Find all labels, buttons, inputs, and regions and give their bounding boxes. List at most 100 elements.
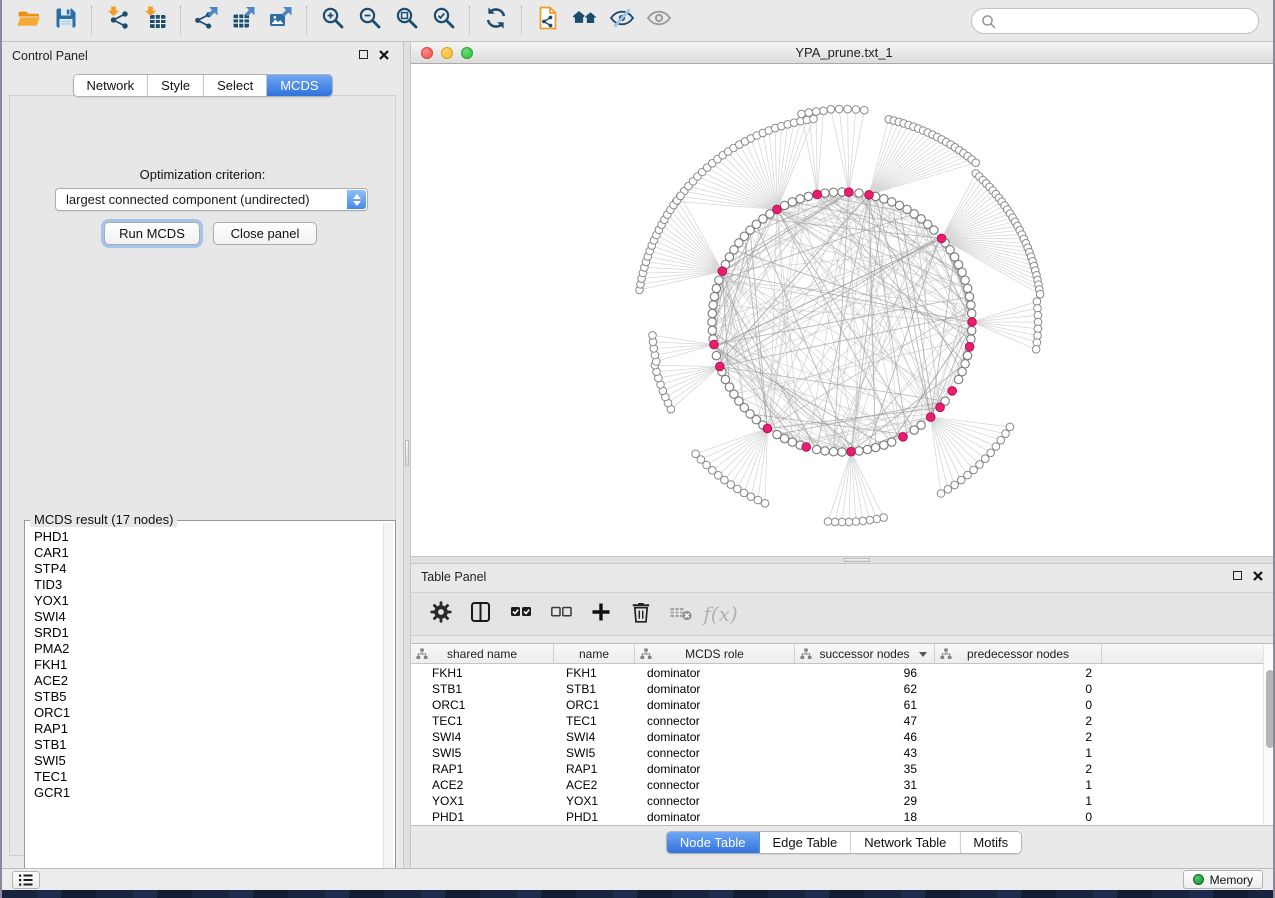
import-network-button[interactable] [99,5,136,37]
tab-node-table[interactable]: Node Table [667,832,760,853]
table-settings-icon [429,600,453,629]
cell-predecessor_nodes: 1 [935,777,1102,793]
zoom-selected-button[interactable] [425,5,462,37]
optimization-criterion-label: Optimization criterion: [10,167,395,182]
tab-motifs[interactable]: Motifs [960,832,1021,853]
optimization-criterion-select[interactable]: largest connected component (undirected) [55,188,368,211]
mcds-result-node[interactable]: RAP1 [34,721,383,737]
table-row[interactable]: STB1STB1dominator620 [411,681,1275,697]
export-table-button[interactable] [225,5,262,37]
zoom-fit-button[interactable] [388,5,425,37]
close-panel-button[interactable]: Close panel [213,222,317,245]
table-row[interactable]: PHD1PHD1dominator180 [411,809,1275,825]
new-network-from-selection-button[interactable] [529,5,566,37]
table-row[interactable]: SWI5SWI5connector431 [411,745,1275,761]
sort-indicator-icon [919,652,927,657]
export-network-button[interactable] [188,5,225,37]
mcds-result-node[interactable]: STP4 [34,561,383,577]
network-canvas[interactable] [411,64,1275,556]
network-window-titlebar: YPA_prune.txt_1 [411,42,1275,64]
run-mcds-button[interactable]: Run MCDS [104,222,200,245]
table-row[interactable]: FKH1FKH1dominator962 [411,665,1275,681]
first-neighbors-button[interactable] [566,5,603,37]
mcds-result-node[interactable]: SWI4 [34,609,383,625]
mcds-result-node[interactable]: STB1 [34,737,383,753]
mcds-result-node[interactable]: CAR1 [34,545,383,561]
splitter-handle[interactable] [844,558,870,562]
hide-selected-button[interactable] [603,5,640,37]
list-icon [18,873,34,887]
float-panel-icon[interactable] [1232,570,1243,581]
mcds-result-node[interactable]: STB5 [34,689,383,705]
mcds-result-node[interactable]: PMA2 [34,641,383,657]
mcds-result-node[interactable]: ORC1 [34,705,383,721]
column-header-name[interactable]: name [554,644,635,664]
mcds-result-node[interactable]: PHD1 [34,529,383,545]
create-column-button[interactable] [587,600,614,628]
vertical-splitter[interactable] [403,42,411,868]
mcds-result-node[interactable]: ACE2 [34,673,383,689]
mcds-tab-content: Optimization criterion: largest connecte… [9,95,396,856]
mcds-result-node[interactable]: TEC1 [34,769,383,785]
table-settings-button[interactable] [427,600,454,628]
tab-mcds[interactable]: MCDS [267,75,331,96]
cell-shared_name: TEC1 [411,713,554,729]
table-row[interactable]: ORC1ORC1dominator610 [411,697,1275,713]
column-header-predecessor_nodes[interactable]: predecessor nodes [935,644,1102,664]
open-file-icon [16,5,42,36]
zoom-in-button[interactable] [314,5,351,37]
mcds-result-scrollbar[interactable] [383,523,393,890]
table-row[interactable]: TEC1TEC1connector472 [411,713,1275,729]
deselect-all-button[interactable] [547,600,574,628]
toggle-panel-layout-button[interactable] [467,600,494,628]
close-panel-icon[interactable] [378,49,389,60]
column-header-successor_nodes[interactable]: successor nodes [795,644,935,664]
cell-shared_name: ACE2 [411,777,554,793]
horizontal-splitter[interactable] [411,556,1275,564]
memory-button[interactable]: Memory [1183,870,1263,889]
search-icon [981,14,997,30]
cell-shared_name: SWI5 [411,745,554,761]
column-header-shared_name[interactable]: shared name [411,644,554,664]
table-row[interactable]: SWI4SWI4dominator462 [411,729,1275,745]
zoom-out-button[interactable] [351,5,388,37]
tab-edge-table[interactable]: Edge Table [759,832,851,853]
control-panel-title: Control Panel [12,49,88,63]
save-session-button[interactable] [47,5,84,37]
splitter-handle[interactable] [405,440,409,466]
float-panel-icon[interactable] [358,49,369,60]
table-row[interactable]: RAP1RAP1dominator352 [411,761,1275,777]
panel-menu-button[interactable] [12,871,40,889]
column-header-mcds_role[interactable]: MCDS role [635,644,795,664]
mcds-result-node[interactable]: YOX1 [34,593,383,609]
mcds-result-node[interactable]: TID3 [34,577,383,593]
tab-network[interactable]: Network [73,75,148,96]
tab-select[interactable]: Select [204,75,267,96]
scrollbar-thumb[interactable] [1266,670,1274,748]
delete-columns-button[interactable] [627,600,654,628]
table-row[interactable]: ACE2ACE2connector311 [411,777,1275,793]
mcds-result-node[interactable]: FKH1 [34,657,383,673]
mcds-result-node[interactable]: SRD1 [34,625,383,641]
first-neighbors-icon [572,5,598,36]
close-panel-icon[interactable] [1252,570,1263,581]
search-box [971,8,1259,34]
optimization-criterion-value: largest connected component (undirected) [66,192,310,207]
export-image-button[interactable] [262,5,299,37]
refresh-button[interactable] [477,5,514,37]
delete-table-icon [669,600,693,629]
select-all-button[interactable] [507,600,534,628]
tab-network-table[interactable]: Network Table [851,832,960,853]
open-file-button[interactable] [10,5,47,37]
delete-columns-icon [629,600,653,629]
mcds-result-node[interactable]: SWI5 [34,753,383,769]
table-scrollbar[interactable] [1263,645,1275,824]
search-input[interactable] [972,9,1258,33]
table-row[interactable]: YOX1YOX1connector291 [411,793,1275,809]
status-bar: Memory [2,868,1273,890]
tab-style[interactable]: Style [148,75,204,96]
show-all-button[interactable] [640,5,677,37]
deselect-all-icon [549,600,573,629]
import-table-button[interactable] [136,5,173,37]
mcds-result-node[interactable]: GCR1 [34,785,383,801]
